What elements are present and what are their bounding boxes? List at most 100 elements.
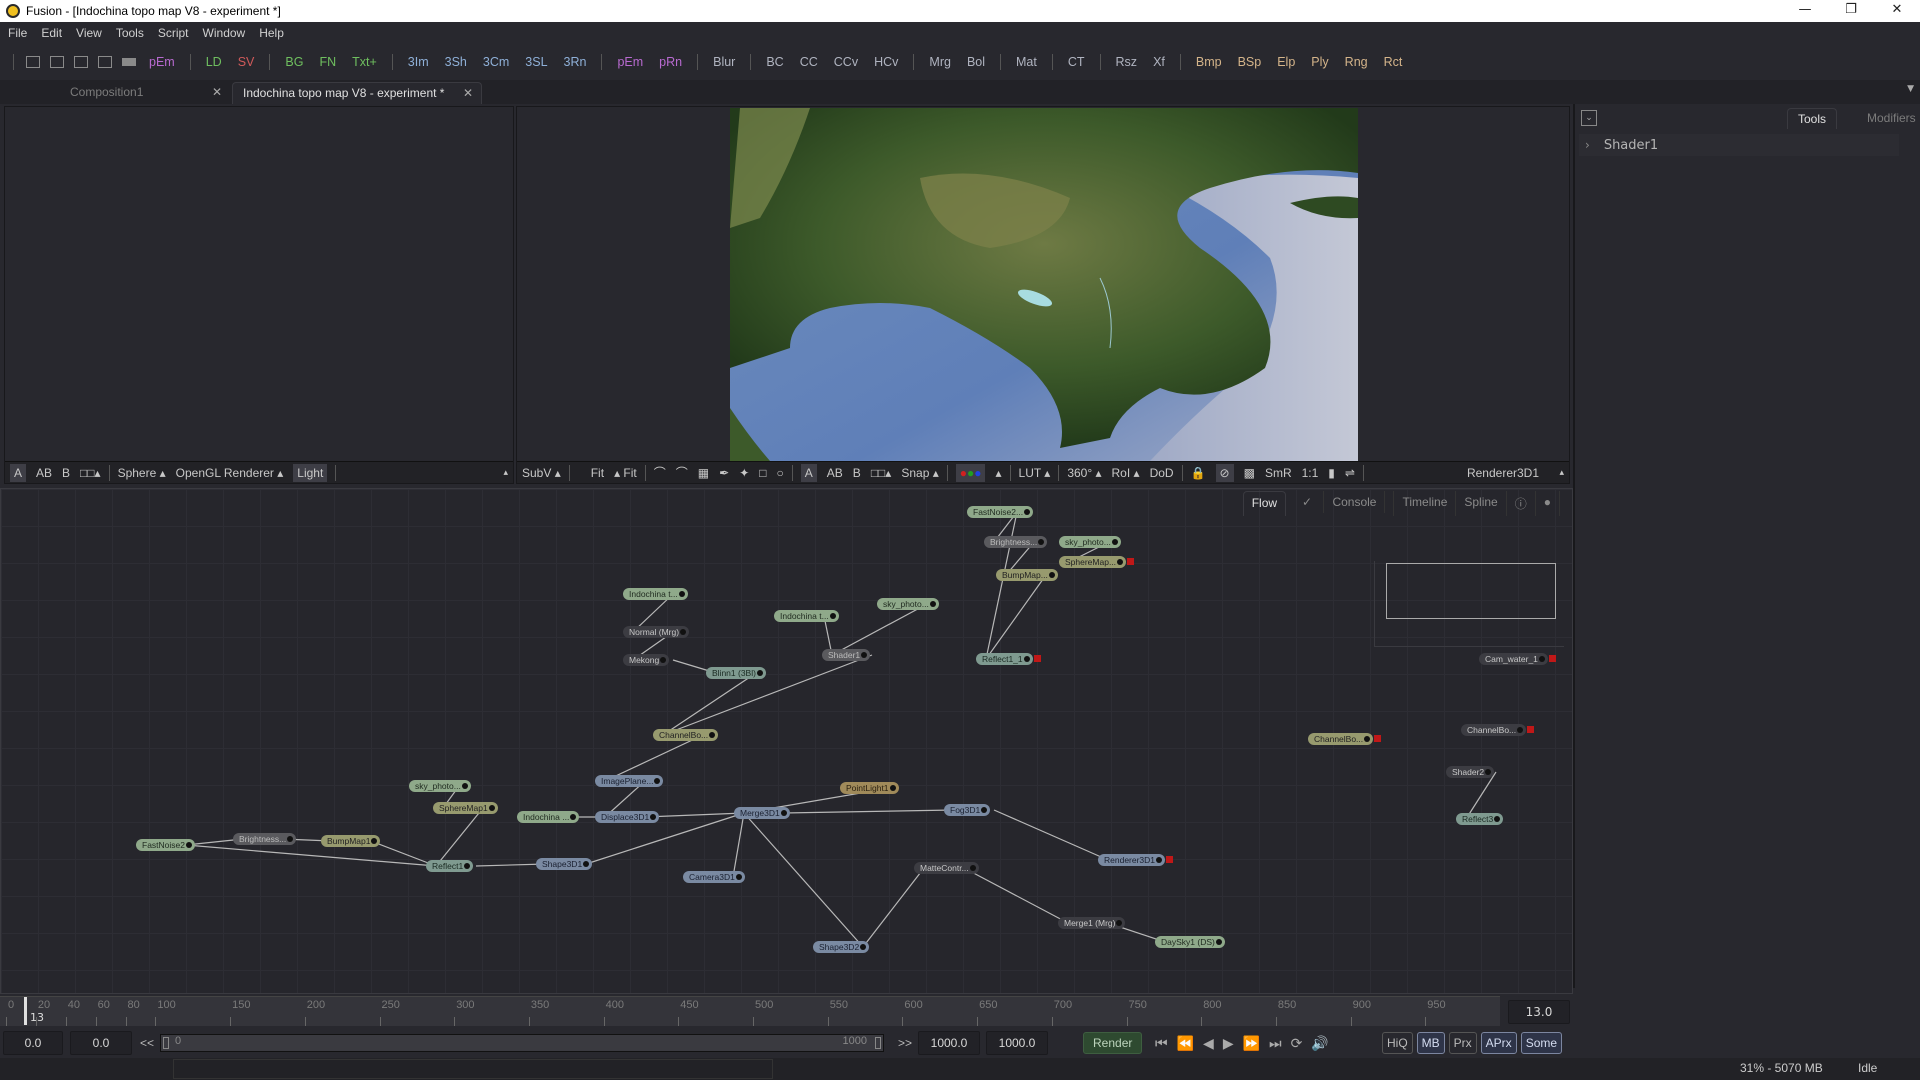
view-b-button[interactable]: B [853, 466, 861, 480]
node-output-dot[interactable] [1117, 559, 1124, 565]
flow-node[interactable]: FastNoise2... [967, 506, 1034, 518]
tool-button-blur[interactable]: Blur [713, 55, 735, 69]
no-proxy-icon[interactable]: ⊘ [1215, 463, 1234, 482]
node-output-dot[interactable] [1215, 939, 1222, 945]
flow-node[interactable]: ChannelBo... [1461, 724, 1535, 736]
tool-button-rng[interactable]: Rng [1345, 55, 1368, 69]
flow-node[interactable]: Brightness... [984, 536, 1048, 548]
play-reverse-icon[interactable]: ◀ [1203, 1035, 1214, 1052]
checker-icon[interactable]: ▩ [1244, 466, 1255, 480]
tool-button-txt[interactable]: Txt+ [352, 55, 377, 69]
audio-icon[interactable]: 🔊 [1311, 1035, 1328, 1052]
toggle-aprx[interactable]: APrx [1480, 1032, 1517, 1054]
flow-node[interactable]: Displace3D1 [595, 811, 660, 823]
left-viewer[interactable]: A AB B □□▴ Sphere ▴ OpenGL Renderer ▴ Li… [4, 106, 514, 484]
viewer-menu-icon[interactable]: ▴ [503, 467, 508, 478]
tool-button-sv[interactable]: SV [238, 55, 255, 69]
node-output-dot[interactable] [1517, 727, 1524, 733]
viewer-menu-icon[interactable]: ▴ [1559, 467, 1564, 478]
menu-edit[interactable]: Edit [41, 26, 62, 40]
close-button[interactable]: ✕ [1874, 0, 1920, 22]
node-output-dot[interactable] [660, 657, 667, 663]
flow-node[interactable]: Reflect1_1 [976, 653, 1041, 665]
color-channels-icon[interactable]: ●●● [955, 463, 986, 482]
node-output-dot[interactable] [1111, 539, 1118, 545]
render-button[interactable]: Render [1083, 1032, 1143, 1054]
tool-button-hcv[interactable]: HCv [874, 55, 898, 69]
node-output-dot[interactable] [680, 629, 687, 635]
node-output-dot[interactable] [287, 836, 294, 842]
play-icon[interactable]: ▶ [1223, 1035, 1234, 1052]
360-dropdown[interactable]: 360° ▴ [1067, 466, 1101, 480]
node-output-dot[interactable] [186, 842, 192, 848]
menu-window[interactable]: Window [203, 26, 246, 40]
tool-button-ply[interactable]: Ply [1311, 55, 1328, 69]
render-end-field[interactable]: 1000.0 [918, 1031, 980, 1055]
range-start-handle[interactable] [163, 1037, 169, 1049]
flow-node[interactable]: sky_photo... [1059, 536, 1121, 548]
renderer-dropdown[interactable]: OpenGL Renderer ▴ [176, 466, 284, 480]
rectangle-tool-icon[interactable]: □ [759, 466, 766, 480]
flow-link[interactable] [831, 603, 928, 656]
flow-node[interactable]: ChannelBo... [1308, 733, 1382, 745]
tab-composition1[interactable]: Composition1 ✕ [60, 82, 230, 104]
node-output-dot[interactable] [583, 861, 590, 867]
tool-button-fn[interactable]: FN [319, 55, 336, 69]
fit-dropdown[interactable]: ▴ Fit [614, 466, 637, 480]
node-output-dot[interactable] [488, 805, 495, 811]
node-output-dot[interactable] [1038, 539, 1045, 545]
layout-single-icon[interactable] [26, 56, 40, 68]
flow-node[interactable]: Renderer3D1 [1098, 854, 1174, 866]
tool-button-bg[interactable]: BG [285, 55, 303, 69]
flow-node[interactable]: DaySky1 (DS) [1155, 936, 1225, 948]
tool-button-3sl[interactable]: 3SL [525, 55, 547, 69]
flow-node[interactable]: MatteContr... [914, 862, 979, 874]
ratio-button[interactable]: 1:1 [1302, 466, 1319, 480]
tool-button-pem[interactable]: pEm [149, 55, 175, 69]
bspline-tool-icon[interactable]: ⌒ [676, 464, 688, 481]
node-output-dot[interactable] [981, 807, 988, 813]
flow-link[interactable] [185, 844, 437, 867]
fit-button[interactable]: Fit [591, 466, 604, 480]
flow-node[interactable]: Reflect1 [426, 860, 474, 872]
flow-node[interactable]: BumpMap... [996, 569, 1058, 581]
tool-button-rct[interactable]: Rct [1384, 55, 1403, 69]
flow-node[interactable]: Shader2 [1446, 766, 1495, 778]
range-next-button[interactable]: >> [898, 1036, 912, 1050]
range-prev-button[interactable]: << [140, 1036, 154, 1050]
render-start-field[interactable]: 0.0 [70, 1031, 132, 1055]
node-output-dot[interactable] [969, 865, 976, 871]
tab-indochina[interactable]: Indochina topo map V8 - experiment * ✕ [232, 82, 482, 104]
view-ab-button[interactable]: AB [827, 466, 843, 480]
toggle-prx[interactable]: Prx [1448, 1032, 1477, 1054]
global-end-field[interactable]: 1000.0 [986, 1031, 1048, 1055]
view-ab-button[interactable]: AB [36, 466, 52, 480]
flow-node[interactable]: Camera3D1 [683, 871, 745, 883]
close-tab-icon[interactable]: ✕ [463, 83, 473, 103]
node-output-dot[interactable] [1364, 736, 1371, 742]
restore-button[interactable]: ❐ [1828, 0, 1874, 22]
node-output-dot[interactable] [1024, 509, 1031, 515]
go-to-end-icon[interactable]: ⏭ [1269, 1035, 1282, 1052]
view-a-button[interactable]: A [800, 463, 817, 482]
node-output-dot[interactable] [1116, 920, 1123, 926]
flow-node[interactable]: Indochina t... [623, 588, 688, 600]
flow-node[interactable]: Shader1 [822, 649, 871, 661]
flow-link[interactable] [732, 812, 745, 878]
loop-icon[interactable]: ⟳ [1291, 1035, 1303, 1052]
node-output-dot[interactable] [860, 944, 867, 950]
node-output-dot[interactable] [654, 778, 661, 784]
tool-item-shader1[interactable]: › Shader1 [1579, 134, 1899, 156]
tool-button-3sh[interactable]: 3Sh [445, 55, 467, 69]
menu-view[interactable]: View [76, 26, 102, 40]
flow-node[interactable]: Cam_water_1 [1479, 653, 1556, 665]
range-end-handle[interactable] [875, 1037, 881, 1049]
flow-node[interactable]: FastNoise2 [136, 839, 195, 851]
view-b-button[interactable]: B [62, 466, 70, 480]
flow-node[interactable]: Reflect3 [1456, 813, 1504, 825]
node-output-dot[interactable] [464, 863, 471, 869]
go-to-start-icon[interactable]: ⏮ [1155, 1035, 1168, 1052]
layout-split-icon[interactable] [74, 56, 88, 68]
tool-button-3rn[interactable]: 3Rn [564, 55, 587, 69]
node-output-dot[interactable] [780, 810, 787, 816]
